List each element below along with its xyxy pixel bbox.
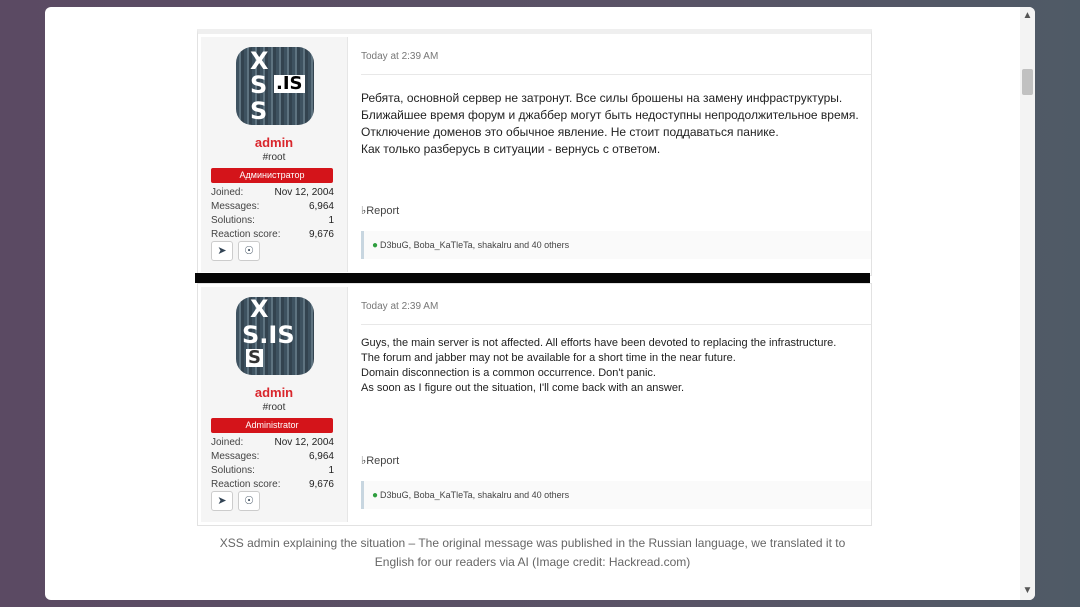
divider-line — [361, 324, 871, 325]
scroll-down-icon[interactable]: ▼ — [1020, 584, 1035, 598]
forum-post-original: X S .IS S admin #root Администратор Join… — [197, 29, 872, 276]
user-info-panel: X S.IS S admin #root Administrator Joine… — [201, 287, 348, 522]
stat-value: 6,964 — [308, 451, 334, 462]
avatar-letter: .IS — [274, 73, 305, 94]
caption-line: XSS admin explaining the situation – The… — [219, 536, 846, 550]
username-link[interactable]: admin — [201, 385, 347, 400]
stat-value: 6,964 — [308, 201, 334, 212]
message-content: Today at 2:39 AM Guys, the main server i… — [354, 284, 871, 525]
stat-value: Nov 12, 2004 — [274, 187, 335, 198]
stat-label: Reaction score: — [211, 229, 281, 240]
username-link[interactable]: admin — [201, 135, 347, 150]
image-caption: XSS admin explaining the situation – The… — [195, 534, 870, 572]
reactions-text[interactable]: D3buG, Boba_KaTleTa, shakalru and 40 oth… — [380, 490, 569, 500]
stat-label: Solutions: — [211, 465, 255, 476]
role-badge: Administrator — [211, 418, 333, 433]
user-stats: Joined: Nov 12, 2004 Messages: 6,964 Solut… — [211, 436, 334, 492]
stat-solutions: Solutions: 1 — [211, 464, 334, 478]
user-title: #root — [262, 402, 286, 413]
report-label: Report — [366, 205, 400, 217]
stat-label: Messages: — [211, 201, 260, 212]
post-line: Ребята, основной сервер не затронут. Все… — [361, 91, 843, 105]
stat-reaction-score: Reaction score: 9,676 — [211, 228, 334, 242]
stat-messages: Messages: 6,964 — [211, 200, 334, 214]
stat-reaction-score: Reaction score: 9,676 — [211, 478, 334, 492]
user-title: #root — [262, 152, 286, 163]
avatar[interactable]: X S .IS S — [236, 47, 314, 125]
post-line: The forum and jabber may not be availabl… — [361, 352, 736, 364]
forum-post-translated: X S.IS S admin #root Administrator Joine… — [197, 283, 872, 526]
image-lightbox: X S .IS S admin #root Администратор Join… — [45, 7, 1035, 600]
reactions-text[interactable]: D3buG, Boba_KaTleTa, shakalru and 40 oth… — [380, 240, 569, 250]
scroll-up-icon[interactable]: ▲ — [1020, 9, 1035, 23]
like-icon: ● — [372, 240, 379, 251]
post-timestamp[interactable]: Today at 2:39 AM — [361, 301, 438, 312]
post-timestamp[interactable]: Today at 2:39 AM — [361, 51, 438, 62]
telegram-icon[interactable]: ➤ — [211, 241, 233, 261]
stat-value: 1 — [328, 465, 334, 476]
avatar-letter: X — [250, 297, 269, 323]
stat-value: 9,676 — [308, 229, 334, 240]
stat-label: Reaction score: — [211, 479, 281, 490]
telegram-icon[interactable]: ➤ — [211, 491, 233, 511]
post-body: Guys, the main server is not affected. A… — [361, 336, 861, 396]
lightbulb-icon[interactable]: ☉ — [238, 241, 260, 261]
report-button[interactable]: ♭Report — [361, 454, 399, 467]
stat-label: Messages: — [211, 451, 260, 462]
avatar-letter: S — [250, 71, 268, 99]
post-line: Как только разберусь в ситуации - вернус… — [361, 142, 661, 156]
report-button[interactable]: ♭Report — [361, 204, 399, 217]
reactions-bar[interactable]: ● D3buG, Boba_KaTleTa, shakalru and 40 ot… — [361, 231, 871, 259]
like-icon: ● — [372, 490, 379, 501]
caption-line: English for our readers via AI (Image cr… — [374, 555, 691, 569]
avatar[interactable]: X S.IS S — [236, 297, 314, 375]
post-line: Отключение доменов это обычное явление. … — [361, 125, 779, 139]
avatar-letter: S — [246, 347, 263, 368]
stat-label: Solutions: — [211, 215, 255, 226]
stat-value: 9,676 — [308, 479, 334, 490]
avatar-letter: S — [250, 97, 268, 125]
stat-joined: Joined: Nov 12, 2004 — [211, 186, 334, 200]
lightbulb-icon[interactable]: ☉ — [238, 491, 260, 511]
post-line: Guys, the main server is not affected. A… — [361, 337, 837, 349]
post-line: As soon as I figure out the situation, I… — [361, 382, 685, 394]
post-line: Ближайшее время форум и джаббер могут бы… — [361, 108, 859, 122]
post-line: Domain disconnection is a common occurre… — [361, 367, 656, 379]
scroll-thumb[interactable] — [1022, 69, 1033, 95]
report-label: Report — [366, 455, 400, 467]
message-content: Today at 2:39 AM Ребята, основной сервер… — [354, 34, 871, 275]
role-badge: Администратор — [211, 168, 333, 183]
divider-line — [361, 74, 871, 75]
stat-messages: Messages: 6,964 — [211, 450, 334, 464]
user-info-panel: X S .IS S admin #root Администратор Join… — [201, 37, 348, 272]
stat-label: Joined: — [211, 437, 244, 448]
stat-value: 1 — [328, 215, 334, 226]
vertical-scrollbar[interactable]: ▲ ▼ — [1020, 7, 1035, 600]
avatar-letter: S.IS — [242, 321, 295, 349]
stat-joined: Joined: Nov 12, 2004 — [211, 436, 334, 450]
stat-value: Nov 12, 2004 — [274, 437, 335, 448]
image-divider — [195, 273, 870, 283]
user-stats: Joined: Nov 12, 2004 Messages: 6,964 Solut… — [211, 186, 334, 242]
stat-solutions: Solutions: 1 — [211, 214, 334, 228]
reactions-bar[interactable]: ● D3buG, Boba_KaTleTa, shakalru and 40 ot… — [361, 481, 871, 509]
stat-label: Joined: — [211, 187, 244, 198]
post-body: Ребята, основной сервер не затронут. Все… — [361, 90, 861, 158]
